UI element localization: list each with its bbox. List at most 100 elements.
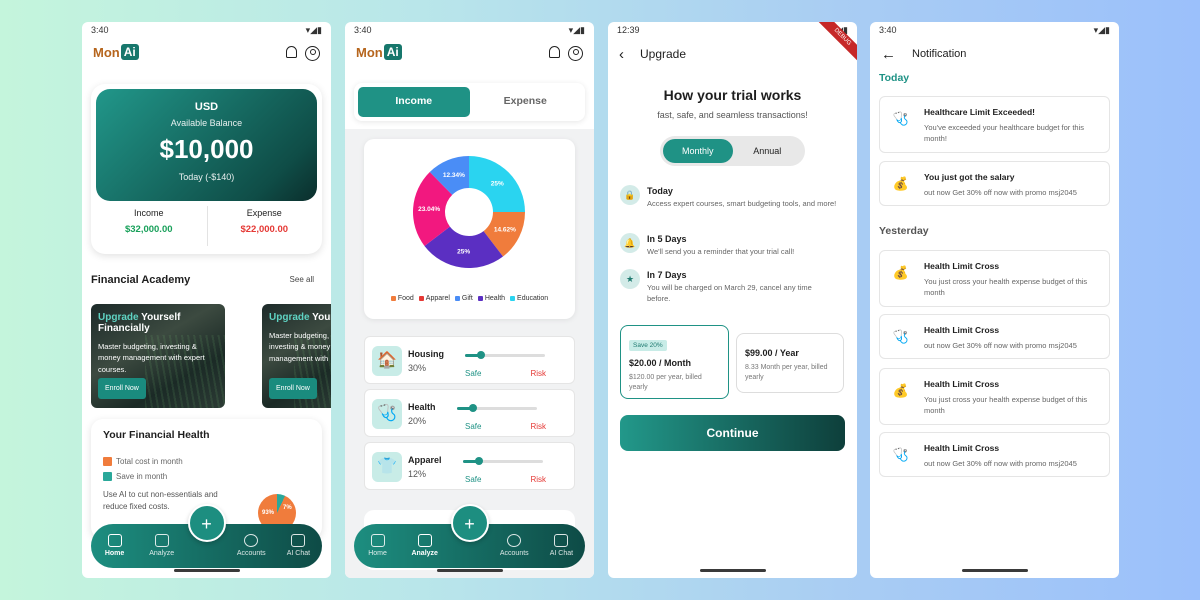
legend-label: Food bbox=[397, 295, 414, 302]
category-row[interactable]: 👕 Apparel 12% Safe Risk bbox=[364, 442, 575, 490]
status-icons: ▾◢▮ bbox=[1093, 24, 1110, 35]
analyze-screen: 3:40 ▾◢▮ Mon Ai Income Expense 25% 14.62% 25… bbox=[345, 22, 594, 578]
status-bar: 12:39▾◢▮ bbox=[608, 22, 857, 38]
category-slider[interactable] bbox=[465, 351, 545, 359]
legend-label: Education bbox=[517, 295, 549, 302]
income-expense-toggle: Income Expense bbox=[354, 83, 585, 121]
income-label: Income bbox=[133, 208, 164, 218]
category-icon: 🏠 bbox=[372, 346, 402, 376]
continue-button[interactable]: Continue bbox=[620, 415, 845, 451]
home-icon bbox=[370, 534, 385, 547]
category-name: Housing bbox=[408, 349, 444, 359]
nav-ai-chat[interactable]: AI Chat bbox=[275, 524, 322, 568]
notification-title: Health Limit Cross bbox=[924, 325, 1000, 335]
tab-income[interactable]: Income bbox=[358, 87, 470, 117]
notification-item[interactable]: 💰 Health Limit Cross You just cross your… bbox=[879, 250, 1110, 307]
plan-price: $20.00 / Month bbox=[629, 358, 692, 368]
nav-accounts[interactable]: Accounts bbox=[228, 524, 275, 568]
slider-knob[interactable] bbox=[475, 457, 483, 465]
safe-label: Safe bbox=[465, 369, 482, 378]
course-card[interactable]: Upgrade Yourself Financially Master budg… bbox=[91, 304, 225, 408]
profile-icon[interactable] bbox=[568, 46, 583, 61]
notification-desc: You just cross your health expense budge… bbox=[924, 395, 1088, 416]
nav-analyze[interactable]: Analyze bbox=[401, 524, 448, 568]
notification-title: Health Limit Cross bbox=[924, 379, 1000, 389]
category-row[interactable]: 🩺 Health 20% Safe Risk bbox=[364, 389, 575, 437]
course-card[interactable]: Upgrade Your Master budgeting, investing… bbox=[262, 304, 331, 408]
legend-total-label: Total cost in month bbox=[116, 457, 183, 466]
see-all-link[interactable]: See all bbox=[290, 275, 314, 284]
status-time: 3:40 bbox=[91, 25, 109, 35]
legend-swatch bbox=[510, 296, 516, 301]
save-badge: Save 20% bbox=[629, 340, 667, 351]
notification-item[interactable]: 💰 Health Limit Cross You just cross your… bbox=[879, 368, 1110, 425]
notification-desc: You just cross your health expense budge… bbox=[924, 277, 1088, 298]
back-arrow-icon[interactable]: ← bbox=[881, 46, 896, 63]
yearly-plan-card[interactable]: $99.00 / Year 8.33 Month per year, bille… bbox=[736, 333, 844, 393]
accounts-icon bbox=[507, 534, 522, 547]
nav-accounts[interactable]: Accounts bbox=[491, 524, 538, 568]
pie-legend: Food Apparel Gift Health Education bbox=[364, 295, 575, 302]
tab-expense[interactable]: Expense bbox=[470, 87, 582, 117]
balance-card: USD Available Balance $10,000 Today (-$1… bbox=[91, 84, 322, 254]
category-slider[interactable] bbox=[457, 404, 537, 412]
pie-slice-label: 14.62% bbox=[494, 227, 516, 234]
status-bar: 3:40 ▾◢▮ bbox=[870, 22, 1119, 38]
page-title: Upgrade bbox=[640, 47, 687, 61]
notification-item[interactable]: 🩺 Health Limit Cross out now Get 30% off… bbox=[879, 432, 1110, 477]
pie-slice-label: 23.04% bbox=[418, 206, 440, 213]
legend-swatch bbox=[418, 296, 424, 301]
notification-item[interactable]: 🩺 Healthcare Limit Exceeded! You've exce… bbox=[879, 96, 1110, 153]
slider-knob[interactable] bbox=[469, 404, 477, 412]
plan-desc: $120.00 per year, billed yearly bbox=[629, 374, 702, 391]
accounts-icon bbox=[244, 534, 259, 547]
annual-option[interactable]: Annual bbox=[733, 139, 803, 163]
notification-screen: 3:40 ▾◢▮ ← Notification Today Yesterday 🩺… bbox=[870, 22, 1119, 578]
legend-item: Education bbox=[510, 295, 548, 302]
add-button[interactable]: + bbox=[450, 504, 489, 542]
mini-pie-label: 7% bbox=[283, 505, 292, 511]
course-desc: Master budgeting, investing & money mana… bbox=[269, 331, 331, 363]
monthly-option[interactable]: Monthly bbox=[663, 139, 733, 163]
plan-desc: 8.33 Month per year, billed yearly bbox=[745, 364, 828, 381]
bell-icon[interactable] bbox=[286, 46, 297, 58]
notification-desc: out now Get 30% off now with promo msj20… bbox=[924, 341, 1077, 350]
nav-accounts-label: Accounts bbox=[499, 550, 529, 557]
back-arrow-icon[interactable]: ‹ bbox=[619, 46, 624, 63]
trial-step: ★ In 7 Days You will be charged on March… bbox=[620, 269, 847, 309]
chat-icon bbox=[291, 534, 306, 547]
enroll-button[interactable]: Enroll Now bbox=[269, 378, 317, 399]
bell-icon[interactable] bbox=[549, 46, 560, 58]
step-title: Today bbox=[647, 186, 673, 196]
category-percent: 12% bbox=[408, 469, 427, 479]
status-time: 3:40 bbox=[354, 25, 372, 35]
slider-knob[interactable] bbox=[477, 351, 485, 359]
status-bar: 3:40 ▾◢▮ bbox=[82, 22, 331, 38]
safe-label: Safe bbox=[465, 422, 482, 431]
trial-heading: How your trial works bbox=[663, 87, 802, 103]
income-summary: Income $32,000.00 bbox=[91, 208, 207, 235]
pie-slice-label: 12.34% bbox=[443, 172, 465, 179]
category-row[interactable]: 🏠 Housing 30% Safe Risk bbox=[364, 336, 575, 384]
profile-icon[interactable] bbox=[305, 46, 320, 61]
enroll-button[interactable]: Enroll Now bbox=[98, 378, 146, 399]
add-button[interactable]: + bbox=[187, 504, 226, 542]
legend-label: Apparel bbox=[425, 295, 450, 302]
nav-ai-chat[interactable]: AI Chat bbox=[538, 524, 585, 568]
star-icon: ★ bbox=[620, 269, 640, 289]
notification-desc: out now Get 30% off now with promo msj20… bbox=[924, 188, 1077, 197]
category-slider[interactable] bbox=[463, 457, 543, 465]
nav-home[interactable]: Home bbox=[91, 524, 138, 568]
nav-analyze[interactable]: Analyze bbox=[138, 524, 185, 568]
category-icon: 🩺 bbox=[372, 399, 402, 429]
notification-item[interactable]: 🩺 Health Limit Cross out now Get 30% off… bbox=[879, 314, 1110, 359]
monthly-plan-card[interactable]: Save 20% $20.00 / Month $120.00 per year… bbox=[620, 325, 729, 399]
nav-home[interactable]: Home bbox=[354, 524, 401, 568]
nav-home-label: Home bbox=[368, 550, 387, 557]
step-desc: You will be charged on March 29, cancel … bbox=[647, 283, 812, 304]
analyze-icon bbox=[417, 534, 432, 547]
legend-item: Food bbox=[390, 295, 414, 302]
legend-label: Health bbox=[484, 295, 506, 302]
notification-item[interactable]: 💰 You just got the salary out now Get 30… bbox=[879, 161, 1110, 206]
logo-ai: Ai bbox=[120, 44, 139, 60]
